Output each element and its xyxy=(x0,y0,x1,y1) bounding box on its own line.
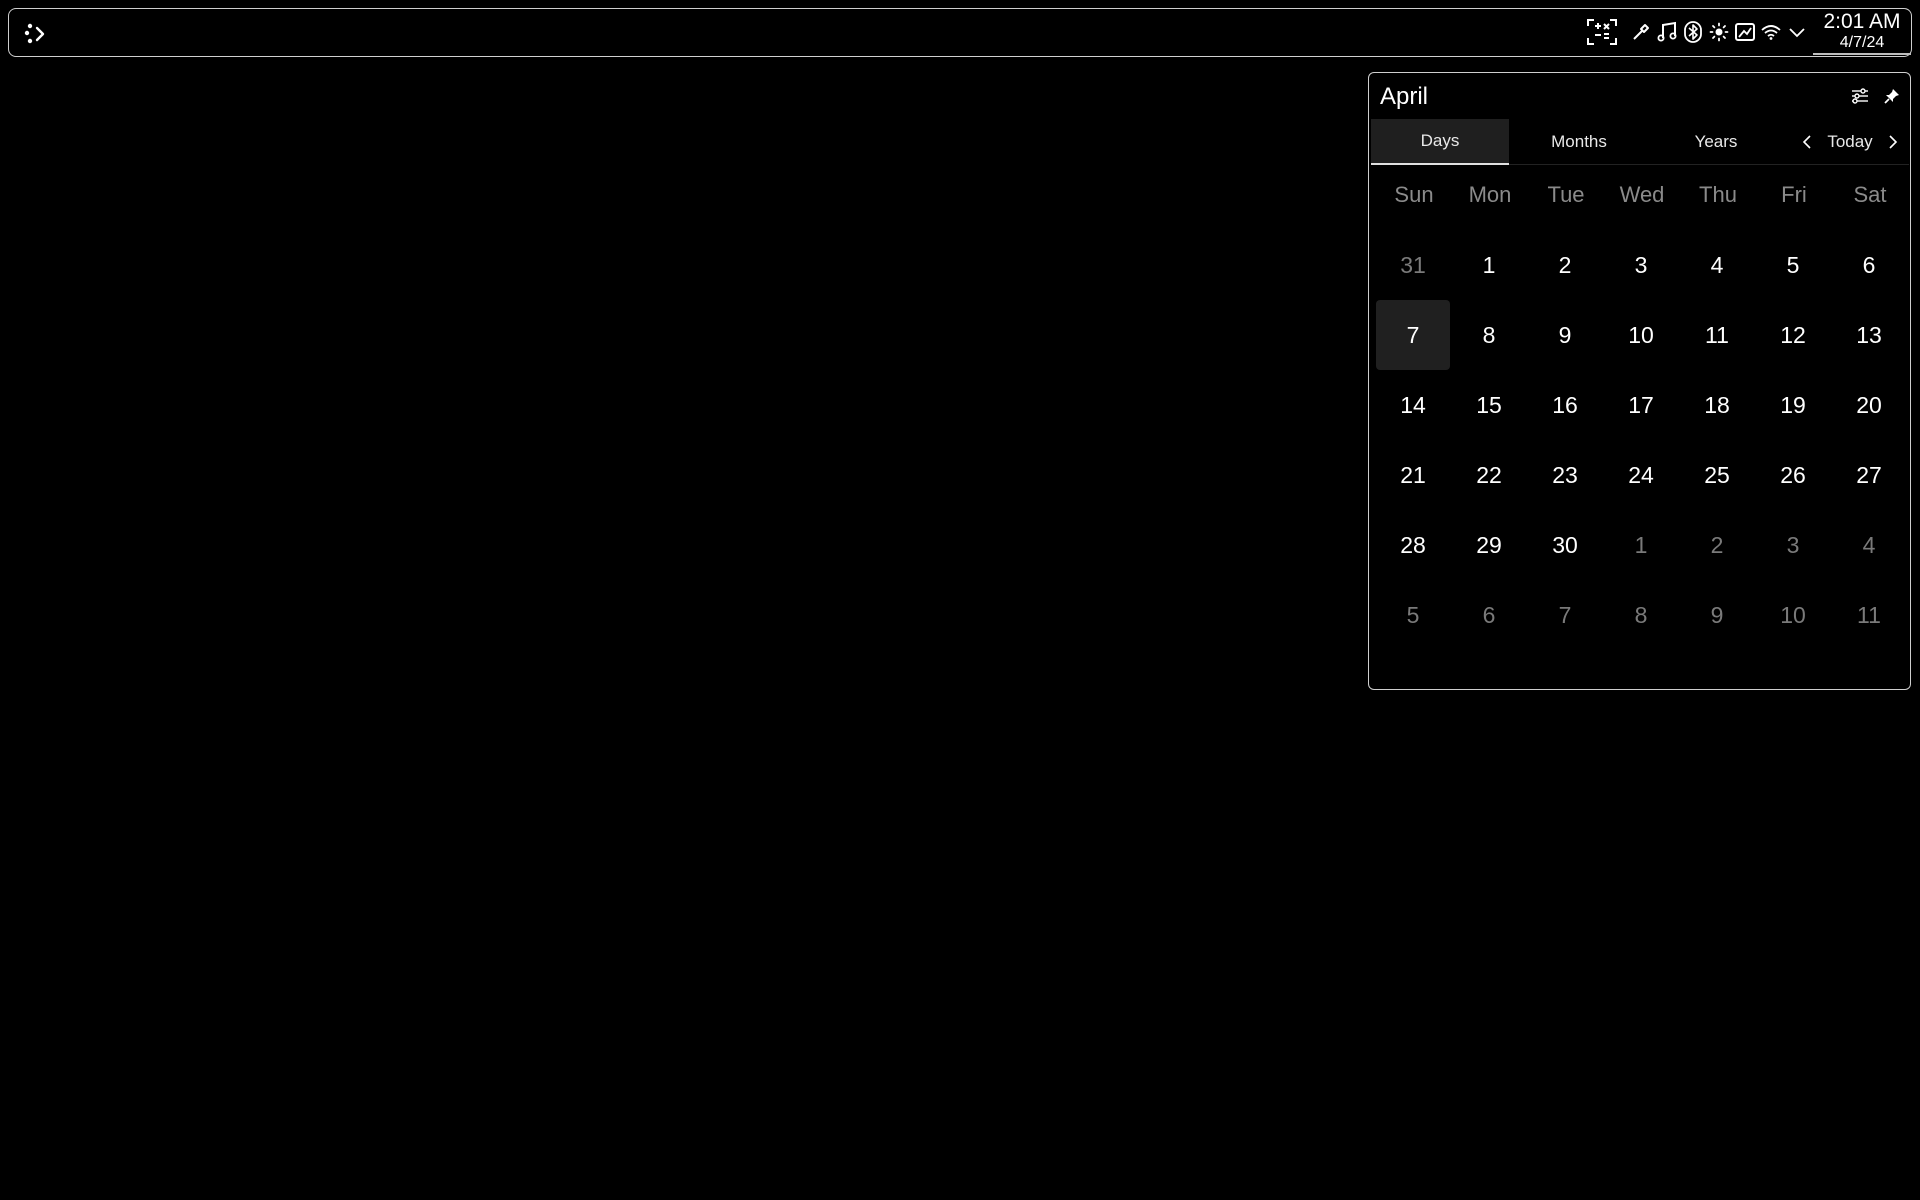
day-cell[interactable]: 1 xyxy=(1604,510,1678,580)
day-cell[interactable]: 1 xyxy=(1452,230,1526,300)
day-cell[interactable]: 3 xyxy=(1756,510,1830,580)
weekday-label: Thu xyxy=(1699,182,1737,207)
previous-icon[interactable] xyxy=(1795,128,1819,156)
day-cell[interactable]: 8 xyxy=(1452,300,1526,370)
weekday-label: Sun xyxy=(1394,182,1434,207)
chevron-down-icon[interactable] xyxy=(1785,18,1809,46)
day-cell[interactable]: 16 xyxy=(1528,370,1602,440)
day-cell[interactable]: 2 xyxy=(1528,230,1602,300)
day-grid: 31 1 2 3 4 5 6 7 8 9 10 11 12 13 14 15 16 17 18 19 20 21 22 23 2… xyxy=(1375,230,1907,650)
day-cell[interactable]: 5 xyxy=(1376,580,1450,650)
month-title: April xyxy=(1380,83,1429,110)
day-cell[interactable]: 9 xyxy=(1680,580,1754,650)
day-cell-today[interactable]: 7 xyxy=(1376,300,1450,370)
day-cell[interactable]: 2 xyxy=(1680,510,1754,580)
day-cell[interactable]: 28 xyxy=(1376,510,1450,580)
day-cell[interactable]: 8 xyxy=(1604,580,1678,650)
day-cell[interactable]: 6 xyxy=(1832,230,1906,300)
day-cell[interactable]: 10 xyxy=(1604,300,1678,370)
brightness-icon[interactable] xyxy=(1707,18,1731,46)
day-cell[interactable]: 23 xyxy=(1528,440,1602,510)
weekday-label: Tue xyxy=(1547,182,1585,207)
weekday-label: Sat xyxy=(1853,182,1887,207)
music-note-icon[interactable] xyxy=(1655,18,1679,46)
top-panel: 2:01 AM 4/7/24 xyxy=(8,8,1912,57)
day-cell[interactable]: 21 xyxy=(1376,440,1450,510)
day-cell[interactable]: 9 xyxy=(1528,300,1602,370)
app-launcher-icon[interactable] xyxy=(21,19,51,49)
day-cell[interactable]: 4 xyxy=(1680,230,1754,300)
day-cell[interactable]: 11 xyxy=(1680,300,1754,370)
day-cell[interactable]: 22 xyxy=(1452,440,1526,510)
day-cell[interactable]: 11 xyxy=(1832,580,1906,650)
day-cell[interactable]: 15 xyxy=(1452,370,1526,440)
weekday-label: Mon xyxy=(1468,182,1512,207)
weekday-label: Fri xyxy=(1781,182,1807,207)
color-picker-icon[interactable] xyxy=(1629,18,1653,46)
day-cell[interactable]: 4 xyxy=(1832,510,1906,580)
tab-days[interactable]: Days xyxy=(1371,119,1509,165)
day-cell[interactable]: 13 xyxy=(1832,300,1906,370)
weekday-label: Wed xyxy=(1619,182,1665,207)
next-icon[interactable] xyxy=(1881,128,1905,156)
day-cell[interactable]: 26 xyxy=(1756,440,1830,510)
day-cell[interactable]: 24 xyxy=(1604,440,1678,510)
day-cell[interactable]: 25 xyxy=(1680,440,1754,510)
settings-icon[interactable] xyxy=(1847,83,1873,109)
tab-months[interactable]: Months xyxy=(1510,119,1648,165)
clock[interactable]: 2:01 AM 4/7/24 xyxy=(1813,9,1911,55)
bluetooth-icon[interactable] xyxy=(1681,18,1705,46)
tab-years[interactable]: Years xyxy=(1647,119,1785,165)
screen-capture-icon[interactable] xyxy=(1583,18,1621,46)
day-cell[interactable]: 27 xyxy=(1832,440,1906,510)
view-tabs: Days Months Years Today xyxy=(1371,119,1909,165)
day-cell[interactable]: 10 xyxy=(1756,580,1830,650)
clock-date: 4/7/24 xyxy=(1839,34,1885,51)
weekday-header: Sun Mon Tue Wed Thu Fri Sat xyxy=(1376,175,1908,215)
system-tray: 2:01 AM 4/7/24 xyxy=(1581,9,1911,55)
calendar-header: April xyxy=(1369,73,1910,119)
wifi-icon[interactable] xyxy=(1759,18,1783,46)
pin-icon[interactable] xyxy=(1879,83,1905,109)
day-cell[interactable]: 12 xyxy=(1756,300,1830,370)
day-cell[interactable]: 3 xyxy=(1604,230,1678,300)
day-cell[interactable]: 6 xyxy=(1452,580,1526,650)
day-cell[interactable]: 14 xyxy=(1376,370,1450,440)
day-cell[interactable]: 5 xyxy=(1756,230,1830,300)
day-cell[interactable]: 20 xyxy=(1832,370,1906,440)
day-cell[interactable]: 18 xyxy=(1680,370,1754,440)
day-cell[interactable]: 31 xyxy=(1376,230,1450,300)
day-cell[interactable]: 30 xyxy=(1528,510,1602,580)
day-cell[interactable]: 29 xyxy=(1452,510,1526,580)
today-button[interactable]: Today xyxy=(1821,128,1879,156)
day-cell[interactable]: 19 xyxy=(1756,370,1830,440)
day-cell[interactable]: 17 xyxy=(1604,370,1678,440)
display-icon[interactable] xyxy=(1733,18,1757,46)
day-cell[interactable]: 7 xyxy=(1528,580,1602,650)
clock-time: 2:01 AM xyxy=(1823,10,1901,33)
